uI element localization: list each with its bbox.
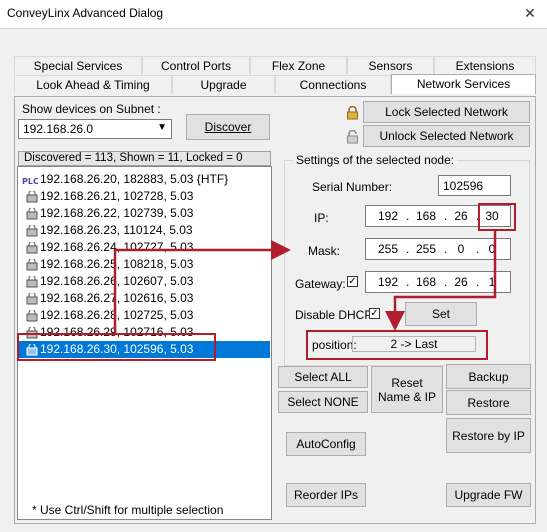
dhcp-label: Disable DHCP — [295, 308, 373, 322]
upgrade-fw-button[interactable]: Upgrade FW — [446, 483, 531, 507]
list-item[interactable]: 192.168.26.21, 102728, 5.03 — [19, 188, 193, 205]
plc-icon: PLC — [22, 174, 39, 186]
set-button[interactable]: Set — [405, 302, 477, 326]
device-lock-icon — [22, 308, 38, 322]
list-footer-hint: * Use Ctrl/Shift for multiple selection — [32, 503, 224, 517]
svg-text:PLC: PLC — [22, 177, 38, 186]
mask-field[interactable]: 255. 255. 0. 0 — [365, 238, 511, 260]
padlock-closed-icon — [346, 105, 359, 123]
list-item[interactable]: 192.168.26.24, 102727, 5.03 — [19, 239, 193, 256]
lock-network-button[interactable]: Lock Selected Network — [363, 101, 530, 123]
device-lock-icon — [22, 189, 38, 203]
padlock-open-icon — [346, 129, 359, 147]
tab-connections[interactable]: Connections — [275, 75, 391, 93]
list-item[interactable]: 192.168.26.22, 102739, 5.03 — [19, 205, 193, 222]
device-lock-icon — [22, 274, 38, 288]
close-icon[interactable]: ✕ — [521, 3, 539, 23]
list-item[interactable]: 192.168.26.23, 110124, 5.03 — [19, 222, 193, 239]
annotation-selected-device — [17, 333, 216, 361]
select-all-button[interactable]: Select ALL — [278, 366, 368, 388]
list-header: Discovered = 113, Shown = 11, Locked = 0 — [18, 151, 271, 166]
annotation-position — [306, 330, 488, 360]
unlock-network-button[interactable]: Unlock Selected Network — [363, 125, 530, 147]
subnet-select[interactable]: 192.168.26.0 ▼ — [18, 119, 172, 139]
restore-button[interactable]: Restore — [446, 390, 531, 415]
window-title: ConveyLinx Advanced Dialog — [7, 6, 164, 20]
device-lock-icon — [22, 223, 38, 237]
device-lock-icon — [22, 291, 38, 305]
list-item[interactable]: 192.168.26.28, 102725, 5.03 — [19, 307, 193, 324]
device-lock-icon — [22, 257, 38, 271]
device-lock-icon — [22, 206, 38, 220]
subnet-value: 192.168.26.0 — [23, 122, 94, 136]
tab-look-ahead-timing[interactable]: Look Ahead & Timing — [14, 75, 172, 93]
serial-label: Serial Number: — [312, 180, 393, 194]
reorder-ips-button[interactable]: Reorder IPs — [286, 483, 366, 507]
device-lock-icon — [22, 240, 38, 254]
settings-title: Settings of the selected node: — [293, 153, 458, 167]
annotation-ip-last-octet — [478, 203, 516, 231]
chevron-down-icon[interactable]: ▼ — [157, 122, 167, 133]
tab-sensors[interactable]: Sensors — [347, 56, 434, 74]
list-item[interactable]: 192.168.26.25, 108218, 5.03 — [19, 256, 193, 273]
restore-by-ip-button[interactable]: Restore by IP — [446, 418, 531, 453]
discover-button[interactable]: Discover — [186, 114, 270, 140]
tab-flex-zone[interactable]: Flex Zone — [250, 56, 347, 74]
dhcp-checkbox[interactable]: ✓ — [369, 308, 380, 319]
tab-control-ports[interactable]: Control Ports — [142, 56, 250, 74]
reset-name-ip-button[interactable]: Reset Name & IP — [371, 366, 443, 413]
title-divider — [0, 28, 547, 29]
tab-extensions[interactable]: Extensions — [434, 56, 536, 74]
list-item[interactable]: PLC 192.168.26.20, 182883, 5.03 {HTF} — [19, 171, 228, 188]
select-none-button[interactable]: Select NONE — [278, 391, 368, 413]
gateway-field[interactable]: 192. 168. 26. 1 — [365, 271, 511, 293]
autoconfig-button[interactable]: AutoConfig — [286, 432, 366, 456]
tab-upgrade[interactable]: Upgrade — [172, 75, 275, 93]
serial-field[interactable]: 102596 — [438, 175, 511, 196]
list-item[interactable]: 192.168.26.26, 102607, 5.03 — [19, 273, 193, 290]
backup-button[interactable]: Backup — [446, 364, 531, 389]
mask-label: Mask: — [308, 244, 341, 258]
subnet-label: Show devices on Subnet : — [22, 102, 161, 116]
list-item[interactable]: 192.168.26.27, 102616, 5.03 — [19, 290, 193, 307]
gateway-checkbox[interactable]: ✓ — [347, 276, 358, 287]
ip-label: IP: — [314, 211, 329, 225]
gateway-label: Gateway: — [295, 277, 346, 291]
tab-network-services[interactable]: Network Services — [391, 74, 536, 94]
tab-special-services[interactable]: Special Services — [14, 56, 142, 74]
